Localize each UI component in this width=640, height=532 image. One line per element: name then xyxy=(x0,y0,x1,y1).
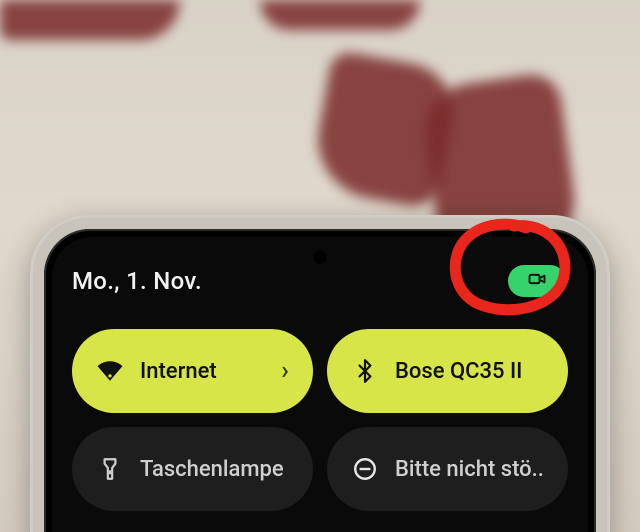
front-camera-cutout xyxy=(312,249,328,265)
status-bar: Mo., 1. Nov. xyxy=(72,261,568,301)
quick-tile-label: Taschenlampe xyxy=(140,457,289,482)
camera-in-use-indicator[interactable] xyxy=(508,265,566,297)
chevron-right-icon: › xyxy=(281,356,289,386)
background-shape xyxy=(0,0,180,40)
date-label: Mo., 1. Nov. xyxy=(72,267,202,295)
quick-settings-row-2: Taschenlampe Bitte nicht stö.. xyxy=(72,427,568,511)
quick-tile-bluetooth[interactable]: Bose QC35 II xyxy=(327,329,568,413)
quick-tile-dnd[interactable]: Bitte nicht stö.. xyxy=(327,427,568,511)
phone-frame: Mo., 1. Nov. xyxy=(30,215,610,532)
quick-tile-internet[interactable]: Internet › xyxy=(72,329,313,413)
phone-bezel: Mo., 1. Nov. xyxy=(44,229,596,532)
bluetooth-icon xyxy=(351,357,379,385)
photo-scene: Mo., 1. Nov. xyxy=(0,0,640,532)
video-camera-icon xyxy=(527,269,547,293)
background-shape xyxy=(260,0,420,30)
quick-tile-label: Bitte nicht stö.. xyxy=(395,457,544,482)
phone-screen: Mo., 1. Nov. xyxy=(52,237,588,532)
wifi-icon xyxy=(96,357,124,385)
flashlight-icon xyxy=(96,455,124,483)
quick-tile-label: Bose QC35 II xyxy=(395,359,544,384)
do-not-disturb-icon xyxy=(351,455,379,483)
quick-tile-label: Internet xyxy=(140,359,265,384)
quick-settings-row-1: Internet › Bose QC35 II xyxy=(72,329,568,413)
quick-tile-flashlight[interactable]: Taschenlampe xyxy=(72,427,313,511)
